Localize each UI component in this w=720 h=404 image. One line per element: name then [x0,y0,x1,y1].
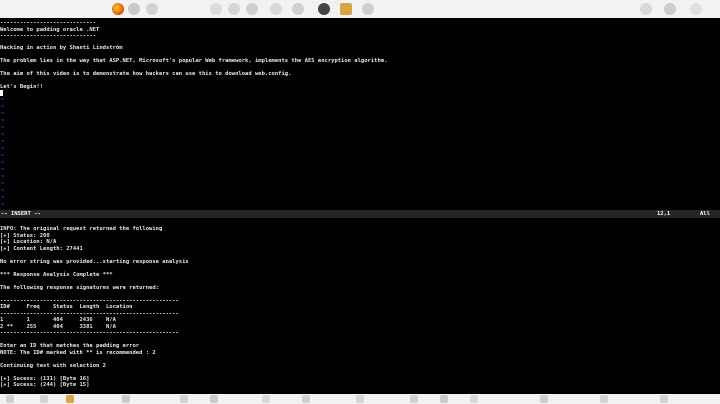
editor-line: The aim of this video is to demonstrate … [0,71,292,77]
window-icon[interactable] [180,395,188,403]
window-icon[interactable] [210,3,222,15]
empty-line-marker: ~ [1,202,5,208]
window-icon[interactable] [270,3,282,15]
window-icon[interactable] [540,395,548,403]
window-icon[interactable] [262,395,270,403]
vim-status-line: -- INSERT -- 12,1 All [0,210,720,218]
window-icon[interactable] [246,3,258,15]
empty-line-marker: ~ [1,132,5,138]
window-icon[interactable] [210,395,218,403]
empty-line-marker: ~ [1,174,5,180]
empty-line-marker: ~ [1,167,5,173]
console-line: The following response signatures were r… [0,284,159,291]
empty-line-marker: ~ [1,195,5,201]
editor-line: Hacking in action by Shanti Lindström [0,45,123,51]
empty-line-marker: ~ [1,118,5,124]
console-line: No error string was provided...starting … [0,258,189,265]
empty-line-marker: ~ [1,146,5,152]
mode-indicator: -- INSERT -- [1,211,41,217]
window-icon[interactable] [292,3,304,15]
window-icon[interactable] [362,3,374,15]
window-icon[interactable] [122,395,130,403]
editor-line: The problem lies in the way that ASP.NET… [0,58,388,64]
table-divider: ----------------------------------------… [0,330,179,336]
empty-line-marker: ~ [1,104,5,110]
text-cursor [0,90,3,97]
empty-line-marker: ~ [1,125,5,131]
cursor-position: 12,1 [657,211,671,217]
console-line: Continuing test with selection 2 [0,362,106,369]
window-icon[interactable] [302,395,310,403]
window-icon[interactable] [660,395,668,403]
window-icon[interactable] [6,395,14,403]
terminal-icon[interactable] [318,3,330,15]
vim-editor[interactable]: ----------------------------- Welcome to… [0,18,720,210]
console-line: *** Response Analysis Complete *** [0,271,113,278]
bottom-taskbar [0,394,720,404]
firefox-icon[interactable] [112,3,124,15]
empty-line-marker: ~ [1,153,5,159]
empty-line-marker: ~ [1,188,5,194]
empty-line-marker: ~ [1,111,5,117]
window-icon[interactable] [410,395,418,403]
window-icon[interactable] [128,3,140,15]
top-taskbar [0,0,720,18]
window-icon[interactable] [40,395,48,403]
empty-line-marker: ~ [1,181,5,187]
window-icon[interactable] [470,395,478,403]
window-icon[interactable] [440,395,448,403]
empty-line-marker: ~ [1,97,5,103]
console-line: [+] Sucess: (244) [Byte 15] [0,382,90,388]
empty-line-marker: ~ [1,139,5,145]
window-icon[interactable] [228,3,240,15]
editor-line: Let's Begin!! [0,84,44,90]
window-icon[interactable] [690,3,702,15]
window-icon[interactable] [66,395,74,403]
window-icon[interactable] [664,3,676,15]
empty-line-marker: ~ [1,160,5,166]
scroll-position: All [700,211,710,217]
window-icon[interactable] [600,395,608,403]
window-icon[interactable] [356,395,364,403]
window-icon[interactable] [146,3,158,15]
console-line: [+] Content Length: 27441 [0,245,83,252]
window-icon[interactable] [640,3,652,15]
editor-line: ----------------------------- [0,33,97,39]
console-line: NOTE: The ID# marked with ** is recommen… [0,349,156,356]
terminal-output[interactable]: INFO: The original request returned the … [0,226,720,394]
folder-icon[interactable] [340,3,352,15]
